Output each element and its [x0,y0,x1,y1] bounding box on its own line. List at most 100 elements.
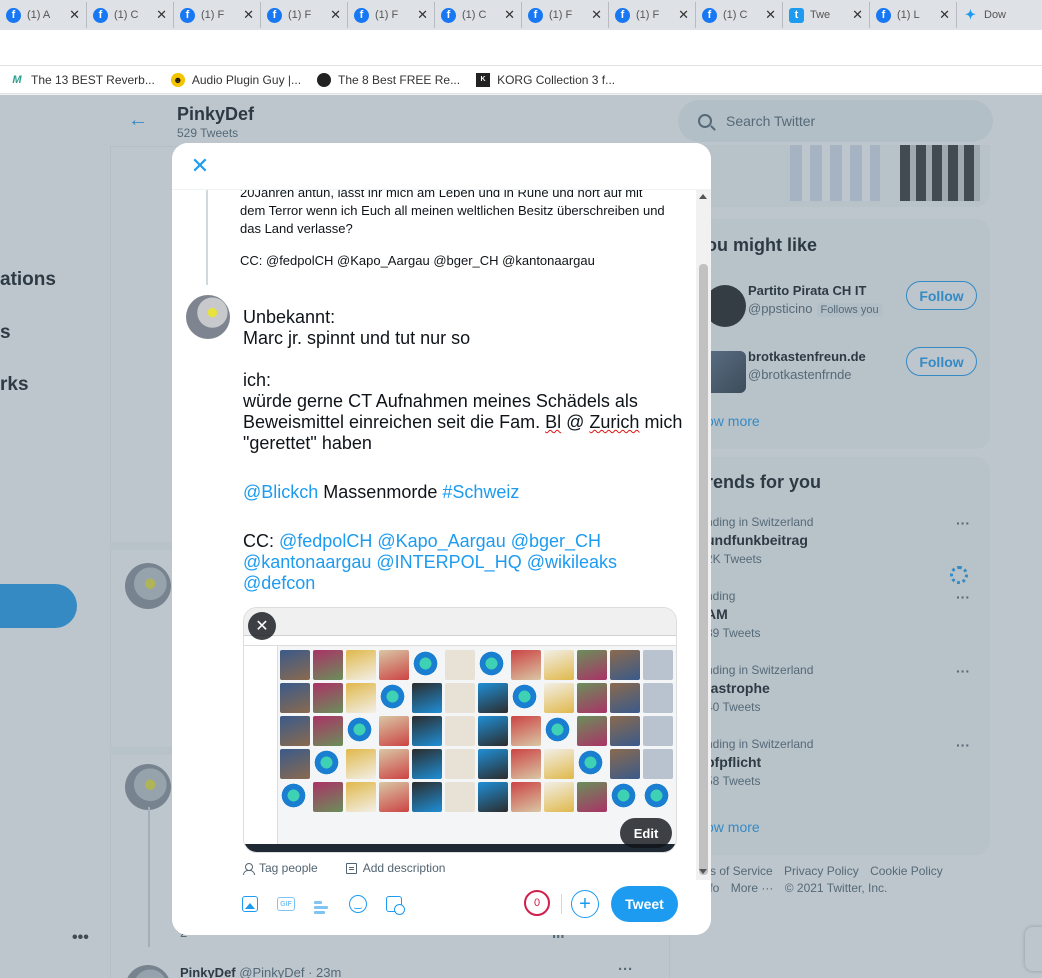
more-icon[interactable]: ··· [956,515,970,531]
bookmark-item[interactable]: M The 13 BEST Reverb... [10,73,154,87]
tab-close-icon[interactable]: ✕ [852,7,863,23]
file-thumbnail [577,650,607,680]
gif-button[interactable]: GIF [276,894,296,914]
browser-tab[interactable]: f (1) C ✕ [435,2,522,28]
nav-item-notifications[interactable]: ations [0,269,56,291]
footer-link[interactable]: More ··· [731,881,774,895]
show-more-link[interactable]: ow more [706,413,760,429]
modal-scroll-area[interactable]: 20Jahren antun, lasst ihr mich am Leben … [172,190,711,880]
browser-tab[interactable]: t Twe ✕ [783,2,870,28]
follow-suggestion[interactable]: Partito Pirata CH IT @ppsticino Follows y… [690,279,990,339]
scroll-up-icon[interactable] [699,194,707,199]
gear-icon[interactable] [950,566,968,584]
browser-tab[interactable]: f (1) C ✕ [696,2,783,28]
file-thumbnail [379,782,409,812]
tab-close-icon[interactable]: ✕ [417,7,428,23]
browser-tab[interactable]: f (1) F ✕ [174,2,261,28]
browser-tab[interactable]: f (1) A ✕ [0,2,87,28]
nav-item-messages[interactable]: s [0,322,11,344]
bookmark-item[interactable]: K KORG Collection 3 f... [476,72,615,87]
tab-close-icon[interactable]: ✕ [939,7,950,23]
mention-link[interactable]: @defcon [243,573,315,593]
scrollbar-thumb[interactable] [699,264,708,875]
tab-close-icon[interactable]: ✕ [69,7,80,23]
hashtag-link[interactable]: #Schweiz [442,482,519,502]
nav-tweet-button[interactable] [0,584,77,628]
browser-tab[interactable]: f (1) F ✕ [261,2,348,28]
add-description-button[interactable]: Add description [345,861,445,875]
more-icon[interactable]: ••• [72,929,89,947]
attached-image[interactable]: ✕ Edit [243,607,677,853]
browser-tab[interactable]: f (1) F ✕ [609,2,696,28]
tab-close-icon[interactable]: ✕ [765,7,776,23]
browser-tab[interactable]: f (1) F ✕ [348,2,435,28]
tweet-button[interactable]: Tweet [611,886,678,922]
close-icon[interactable]: ✕ [187,153,213,179]
scrollbar[interactable] [696,190,711,880]
file-thumbnail [346,749,376,779]
more-icon[interactable]: ··· [956,663,970,679]
mention-link[interactable]: @kantonaargau [243,552,371,572]
tab-close-icon[interactable]: ✕ [504,7,515,23]
nav-item-bookmarks[interactable]: rks [0,374,29,396]
edge-tab[interactable] [1025,927,1042,971]
trend-item[interactable]: nding in Switzerland pfpflicht 58 Tweets ··… [706,737,986,811]
poll-icon[interactable] [314,897,328,917]
tab-close-icon[interactable]: ✕ [678,7,689,23]
browser-tab[interactable]: ✦ Dow [957,2,1042,28]
avatar[interactable] [125,563,171,609]
more-icon[interactable]: ··· [956,589,970,605]
trend-item[interactable]: nding in Switzerland undfunkbeitrag 2K Twe… [706,515,986,589]
browser-tab[interactable]: f (1) F ✕ [522,2,609,28]
tab-close-icon[interactable]: ✕ [330,7,341,23]
media-button[interactable] [240,894,260,914]
mention-link[interactable]: @fedpolCH [279,531,372,551]
schedule-button[interactable] [384,894,405,915]
more-icon[interactable]: ··· [618,961,633,978]
file-thumbnail [544,683,574,713]
show-more-link[interactable]: ow more [706,819,760,835]
file-thumbnail [445,782,475,812]
bookmark-item[interactable]: The 8 Best FREE Re... [317,72,460,87]
follow-button[interactable]: Follow [906,347,977,376]
file-thumbnail [280,716,310,746]
media-thumbnail[interactable] [790,145,880,201]
edit-image-button[interactable]: Edit [620,818,672,848]
bookmark-item[interactable]: ☻ Audio Plugin Guy |... [170,72,301,87]
footer-link[interactable]: Cookie Policy [870,864,943,878]
media-thumbnail[interactable] [900,145,980,201]
search-input[interactable]: Search Twitter [726,113,815,129]
browser-tab[interactable]: f (1) C ✕ [87,2,174,28]
remove-image-icon[interactable]: ✕ [248,612,276,640]
browser-tab[interactable]: f (1) L ✕ [870,2,957,28]
avatar[interactable] [186,295,230,339]
media-actions: Tag people Add description [243,861,445,875]
footer-link[interactable]: Privacy Policy [784,864,859,878]
follow-suggestion[interactable]: brotkastenfreun.de @brotkastenfrnde Foll… [690,345,990,405]
trend-item[interactable]: nding in Switzerland tastrophe 40 Tweets ··… [706,663,986,737]
tweet-textarea[interactable]: Unbekannt: Marc jr. spinnt und tut nur s… [243,307,693,594]
tab-close-icon[interactable]: ✕ [156,7,167,23]
scroll-down-icon[interactable] [699,869,707,874]
mention-link[interactable]: @Blickch [243,482,318,502]
follow-button[interactable]: Follow [906,281,977,310]
add-tweet-button[interactable]: + [571,890,599,918]
tab-close-icon[interactable]: ✕ [591,7,602,23]
file-thumbnail [445,716,475,746]
profile-media-strip[interactable] [690,145,990,207]
tag-people-button[interactable]: Tag people [243,861,318,875]
mention-link[interactable]: @wikileaks [527,552,617,572]
file-thumbnail [445,749,475,779]
search-bar[interactable]: Search Twitter [678,100,993,142]
trend-item[interactable]: nding AM 39 Tweets ··· [706,589,986,663]
avatar[interactable] [125,764,171,810]
mention-link[interactable]: @bger_CH [511,531,601,551]
emoji-button[interactable]: ‿ [348,894,368,914]
file-thumbnail [280,749,310,779]
back-arrow-icon[interactable]: ← [128,109,148,132]
tab-close-icon[interactable]: ✕ [243,7,254,23]
mention-link[interactable]: @INTERPOL_HQ [376,552,521,572]
mention-link[interactable]: @Kapo_Aargau [377,531,505,551]
more-icon[interactable]: ··· [956,737,970,753]
panel-title: ou might like [706,235,818,255]
